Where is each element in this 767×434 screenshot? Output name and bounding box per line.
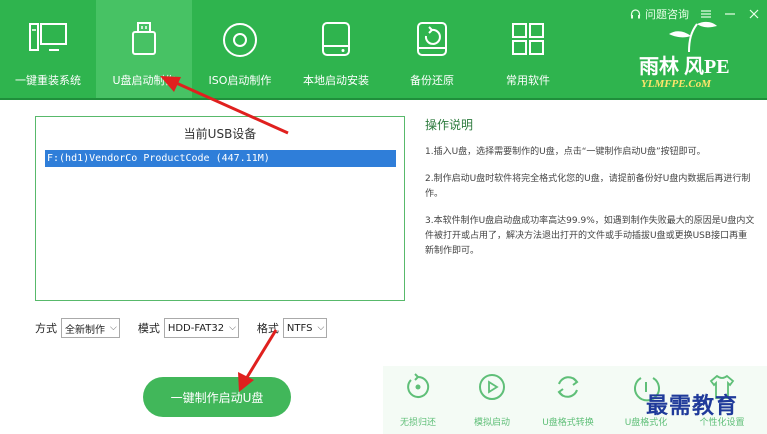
tab-backup-restore[interactable]: 备份还原 <box>384 0 480 98</box>
help-section: 操作说明 1.插入U盘，选择需要制作的U盘，点击“一键制作启动U盘”按钮即可。 … <box>425 118 755 271</box>
chevron-down-icon: ⌵ <box>110 323 117 333</box>
tool-simulate-boot[interactable]: 模拟启动 <box>457 366 527 428</box>
pattern-select[interactable]: HDD-FAT32 ⌵ <box>163 318 239 338</box>
tool-label: 无损归还 <box>399 418 436 428</box>
tab-usb-boot[interactable]: U盘启动制作 <box>96 0 192 98</box>
usb-device-row[interactable]: F:(hd1)VendorCo ProductCode (447.11M) <box>45 150 396 167</box>
hard-drive-icon <box>322 22 350 56</box>
format-label: 格式 <box>256 322 279 335</box>
tool-restore[interactable]: 无损归还 <box>383 366 453 428</box>
tab-label: U盘启动制作 <box>112 74 176 87</box>
usb-drive-icon <box>132 22 156 55</box>
one-key-make-boot-usb-button[interactable]: 一键制作启动U盘 <box>143 377 291 417</box>
help-title: 操作说明 <box>425 118 474 132</box>
tab-label: ISO启动制作 <box>208 74 272 87</box>
usb-panel-title: 当前USB设备 <box>183 127 257 141</box>
backup-disk-icon <box>417 22 447 56</box>
tab-label: 本地启动安装 <box>303 74 369 87</box>
tab-local-install[interactable]: 本地启动安装 <box>288 0 384 98</box>
tab-label: 备份还原 <box>410 74 454 87</box>
tab-iso-boot[interactable]: ISO启动制作 <box>192 0 288 98</box>
watermark-text: 最需教育 <box>646 393 739 419</box>
tool-label: U盘格式转换 <box>542 418 594 428</box>
restore-icon <box>407 373 430 398</box>
tab-one-key-reinstall[interactable]: 一键重装系统 <box>0 0 96 98</box>
monitor-icon <box>29 23 67 51</box>
mode-label: 方式 <box>35 322 57 335</box>
help-step-1: 1.插入U盘，选择需要制作的U盘，点击“一键制作启动U盘”按钮即可。 <box>425 147 706 157</box>
tool-label: 模拟启动 <box>473 418 510 428</box>
mode-value: 全新制作 <box>65 324 105 336</box>
logo-sub-text: YLMFPE.CoM <box>641 78 711 90</box>
convert-icon <box>557 376 579 398</box>
brand-logo: 雨林 风PE YLMFPE.CoM <box>631 18 751 92</box>
help-step-2: 2.制作启动U盘时软件将完全格式化您的U盘，请提前备份好U盘内数据后再进行制作。 <box>425 174 751 199</box>
disc-icon <box>223 23 257 57</box>
chevron-down-icon: ⌵ <box>317 323 325 333</box>
tool-usb-format-convert[interactable]: U盘格式转换 <box>533 366 603 428</box>
format-value: NTFS <box>286 322 313 334</box>
header-divider <box>0 98 767 100</box>
options-row: 方式 全新制作 ⌵ 模式 HDD-FAT32 ⌵ 格式 NTFS ⌵ <box>35 318 345 338</box>
format-select[interactable]: NTFS ⌵ <box>282 318 328 338</box>
leaf-logo-icon <box>669 21 717 53</box>
tab-label: 一键重装系统 <box>15 74 81 87</box>
pattern-label: 模式 <box>137 322 160 335</box>
play-icon <box>479 374 505 400</box>
tab-common-software[interactable]: 常用软件 <box>480 0 576 98</box>
main-tabs: 一键重装系统 U盘启动制作 ISO启动制作 本地启动安装 备份还原 常用软件 <box>0 0 576 98</box>
logo-main-text: 雨林 风PE <box>639 56 730 78</box>
pattern-value: HDD-FAT32 <box>167 322 225 334</box>
tab-label: 常用软件 <box>506 74 550 87</box>
chevron-down-icon: ⌵ <box>229 323 236 333</box>
usb-device-panel: 当前USB设备 F:(hd1)VendorCo ProductCode (447… <box>35 116 405 301</box>
help-step-3: 3.本软件制作U盘启动盘成功率高达99.9%，如遇到制作失败最大的原因是U盘内文… <box>425 216 755 256</box>
app-window: 一键重装系统 U盘启动制作 ISO启动制作 本地启动安装 备份还原 常用软件 问… <box>0 0 767 434</box>
mode-select[interactable]: 全新制作 ⌵ <box>61 318 120 338</box>
grid-icon <box>512 23 544 55</box>
